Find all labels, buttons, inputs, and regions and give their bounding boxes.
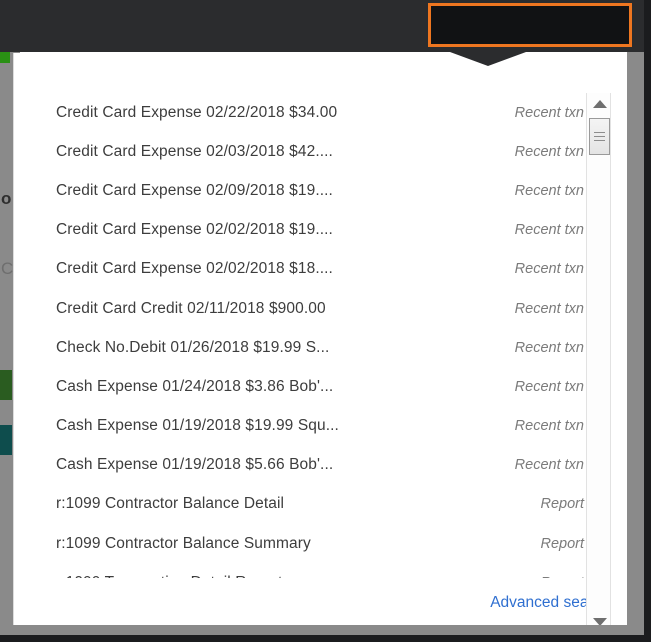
search-result-kind: Report [540,575,586,578]
search-result-kind: Recent txn [514,457,584,474]
scroll-down-button[interactable] [587,611,612,625]
search-result-kind: Recent txn [514,143,584,160]
search-result-label: Credit Card Expense 02/02/2018 $19.... [56,221,333,239]
search-result-row[interactable]: Credit Card Expense 02/02/2018 $18.... Re… [14,250,586,289]
search-result-label: Check No.Debit 01/26/2018 $19.99 S... [56,338,330,356]
scroll-up-button[interactable] [587,93,612,115]
background-text-fragment-c: C [1,259,14,278]
search-result-label: Credit Card Credit 02/11/2018 $900.00 [56,299,326,317]
scrollbar-thumb[interactable] [589,118,610,155]
search-result-row[interactable]: r:1099 Transaction Detail ReportReport [14,563,586,578]
search-result-row[interactable]: Credit Card Expense 02/03/2018 $42.... Re… [14,132,586,171]
search-result-label: Credit Card Expense 02/09/2018 $19.... [56,181,333,199]
grip-line [594,132,605,133]
triangle-down-icon [592,618,607,625]
search-result-row[interactable]: Credit Card Credit 02/11/2018 $900.00 Rec… [14,289,586,328]
dropdown-pointer-caret [450,52,526,66]
search-result-row[interactable]: Cash Expense 01/19/2018 $19.99 Squ... Rec… [14,407,586,446]
triangle-up-icon [592,100,607,108]
window-border-right [644,0,651,642]
search-result-kind: Recent txn [514,261,584,278]
search-result-label: r:1099 Contractor Balance Detail [56,495,285,513]
search-result-row[interactable]: Credit Card Expense 02/02/2018 $19.... Re… [14,211,586,250]
search-result-label: Credit Card Expense 02/02/2018 $18.... [56,260,333,278]
search-result-label: r:1099 Transaction Detail Report [56,574,540,578]
dropdown-footer: Advanced search [14,580,627,625]
background-text-fragment-o: o [1,189,12,208]
background-color-block-teal [0,425,12,455]
search-result-label: Credit Card Expense 02/03/2018 $42.... [56,142,333,160]
search-field-highlight: Search [428,3,632,47]
search-result-row[interactable]: r:1099 Contractor Balance Detail Report [14,485,586,524]
modal-overlay-bottom [0,625,651,635]
search-result-kind: Recent txn [514,378,584,395]
search-result-label: Credit Card Expense 02/22/2018 $34.00 [56,103,338,121]
grip-line [594,136,605,137]
results-scrollbar[interactable] [586,93,611,625]
search-result-label: Cash Expense 01/19/2018 $5.66 Bob'... [56,456,334,474]
background-color-block-green [0,370,12,400]
search-result-kind: Report [540,496,584,513]
search-result-row[interactable]: Cash Expense 01/24/2018 $3.86 Bob'... Rec… [14,367,586,406]
modal-overlay-right [627,52,644,642]
search-results-list: Credit Card Expense 02/22/2018 $34.00 Rec… [14,93,586,578]
search-result-row[interactable]: Cash Expense 01/19/2018 $5.66 Bob'... Rec… [14,446,586,485]
search-result-label: Cash Expense 01/19/2018 $19.99 Squ... [56,417,339,435]
search-result-kind: Recent txn [514,339,584,356]
search-result-kind: Report [540,535,584,552]
window-border-bottom [0,635,651,642]
search-result-row[interactable]: Check No.Debit 01/26/2018 $19.99 S... Rec… [14,328,586,367]
app-screenshot: o C Search Credit Card Expense 02/22/201… [0,0,651,642]
grip-line [594,140,605,141]
header-green-accent [0,52,10,63]
search-result-kind: Recent txn [514,104,584,121]
list-bottom-fade [14,623,586,625]
search-result-label: Cash Expense 01/24/2018 $3.86 Bob'... [56,377,334,395]
search-result-kind: Recent txn [514,222,584,239]
search-result-row[interactable]: Credit Card Expense 02/09/2018 $19.... Re… [14,171,586,210]
search-result-row[interactable]: r:1099 Contractor Balance Summary Report [14,524,586,563]
search-result-row[interactable]: Credit Card Expense 02/22/2018 $34.00 Rec… [14,93,586,132]
search-result-kind: Recent txn [514,300,584,317]
search-result-label: r:1099 Contractor Balance Summary [56,534,311,552]
search-result-kind: Recent txn [514,182,584,199]
search-results-dropdown: Credit Card Expense 02/22/2018 $34.00 Rec… [13,53,627,625]
search-result-kind: Recent txn [514,418,584,435]
